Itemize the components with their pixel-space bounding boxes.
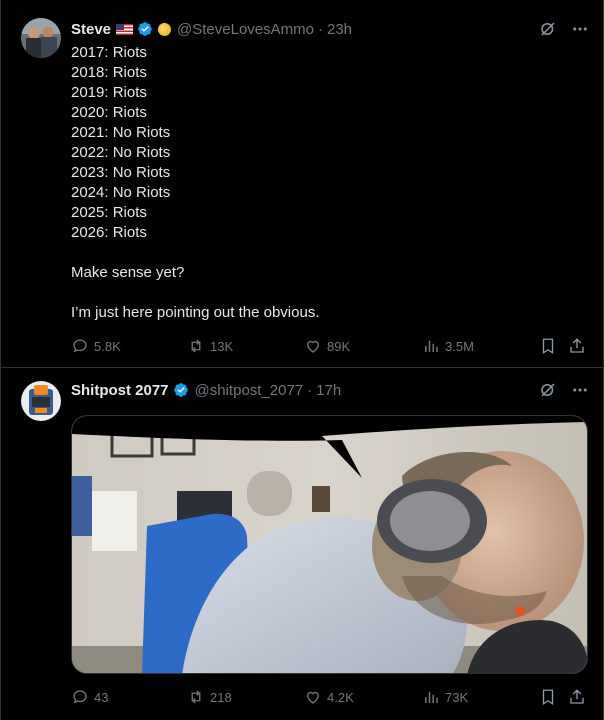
reply-count: 5.8K bbox=[94, 338, 121, 354]
repost-button[interactable]: 218 bbox=[187, 687, 232, 707]
text-line: 2017: Riots bbox=[71, 44, 147, 61]
reply-icon bbox=[71, 688, 89, 706]
avatar[interactable] bbox=[21, 381, 61, 421]
author-name[interactable]: Steve bbox=[71, 21, 111, 38]
us-flag-icon bbox=[116, 23, 134, 35]
more-icon[interactable] bbox=[571, 20, 589, 38]
text-line: 2022: No Riots bbox=[71, 144, 171, 161]
like-count: 89K bbox=[327, 338, 351, 354]
bookmark-button[interactable] bbox=[539, 336, 557, 356]
like-icon bbox=[304, 688, 322, 706]
text-line: 2025: Riots bbox=[71, 204, 147, 221]
text-line: 2021: No Riots bbox=[71, 124, 171, 141]
timeline: Steve @SteveLovesAmmo · 23h 2017: Riots … bbox=[0, 0, 604, 720]
share-icon bbox=[568, 337, 586, 355]
post-text: 2017: Riots 2018: Riots 2019: Riots 2020… bbox=[71, 43, 571, 323]
author-handle[interactable]: @shitpost_2077 bbox=[195, 382, 304, 399]
post-header: Steve @SteveLovesAmmo · 23h bbox=[71, 18, 589, 40]
text-line: 2019: Riots bbox=[71, 84, 147, 101]
share-button[interactable] bbox=[568, 336, 586, 356]
like-count: 4.2K bbox=[327, 689, 354, 705]
coin-icon bbox=[158, 22, 172, 36]
grok-icon[interactable] bbox=[539, 381, 557, 399]
repost-count: 218 bbox=[210, 689, 232, 705]
verified-badge-icon[interactable] bbox=[137, 21, 153, 37]
share-icon bbox=[568, 688, 586, 706]
repost-icon bbox=[187, 688, 205, 706]
bookmark-icon bbox=[539, 337, 557, 355]
video-frame bbox=[72, 416, 587, 673]
avatar[interactable] bbox=[21, 18, 61, 58]
grok-icon[interactable] bbox=[539, 20, 557, 38]
more-icon[interactable] bbox=[571, 381, 589, 399]
action-bar: 43 218 4.2K 73K bbox=[71, 687, 589, 707]
like-icon bbox=[304, 337, 322, 355]
post[interactable]: Steve @SteveLovesAmmo · 23h 2017: Riots … bbox=[1, 0, 603, 368]
share-button[interactable] bbox=[568, 687, 586, 707]
author-name[interactable]: Shitpost 2077 bbox=[71, 382, 169, 399]
action-bar: 5.8K 13K 89K 3.5M bbox=[71, 336, 589, 356]
reply-icon bbox=[71, 337, 89, 355]
views-icon bbox=[422, 337, 440, 355]
post-header: Shitpost 2077 @shitpost_2077 · 17h bbox=[71, 379, 589, 401]
views-button[interactable]: 73K bbox=[422, 687, 468, 707]
author-handle[interactable]: @SteveLovesAmmo bbox=[177, 21, 314, 38]
repost-count: 13K bbox=[210, 338, 234, 354]
repost-icon bbox=[187, 337, 205, 355]
text-line: I’m just here pointing out the obvious. bbox=[71, 304, 320, 321]
text-line: 2026: Riots bbox=[71, 224, 147, 241]
post-time[interactable]: 17h bbox=[316, 382, 341, 399]
views-button[interactable]: 3.5M bbox=[422, 336, 474, 356]
post-time[interactable]: 23h bbox=[327, 21, 352, 38]
text-line: 2023: No Riots bbox=[71, 164, 171, 181]
views-count: 3.5M bbox=[445, 338, 474, 354]
verified-badge-icon[interactable] bbox=[173, 382, 189, 398]
text-line: 2020: Riots bbox=[71, 104, 147, 121]
text-line: 2018: Riots bbox=[71, 64, 147, 81]
like-button[interactable]: 4.2K bbox=[304, 687, 354, 707]
like-button[interactable]: 89K bbox=[304, 336, 350, 356]
bookmark-button[interactable] bbox=[539, 687, 557, 707]
reply-button[interactable]: 5.8K bbox=[71, 336, 121, 356]
separator: · bbox=[317, 20, 323, 38]
text-line: Make sense yet? bbox=[71, 264, 185, 281]
views-icon bbox=[422, 688, 440, 706]
reply-count: 43 bbox=[94, 689, 109, 705]
text-line: 2024: No Riots bbox=[71, 184, 171, 201]
repost-button[interactable]: 13K bbox=[187, 336, 233, 356]
bookmark-icon bbox=[539, 688, 557, 706]
separator: · bbox=[307, 381, 313, 399]
reply-button[interactable]: 43 bbox=[71, 687, 108, 707]
views-count: 73K bbox=[445, 689, 469, 705]
post-video[interactable] bbox=[71, 415, 588, 674]
